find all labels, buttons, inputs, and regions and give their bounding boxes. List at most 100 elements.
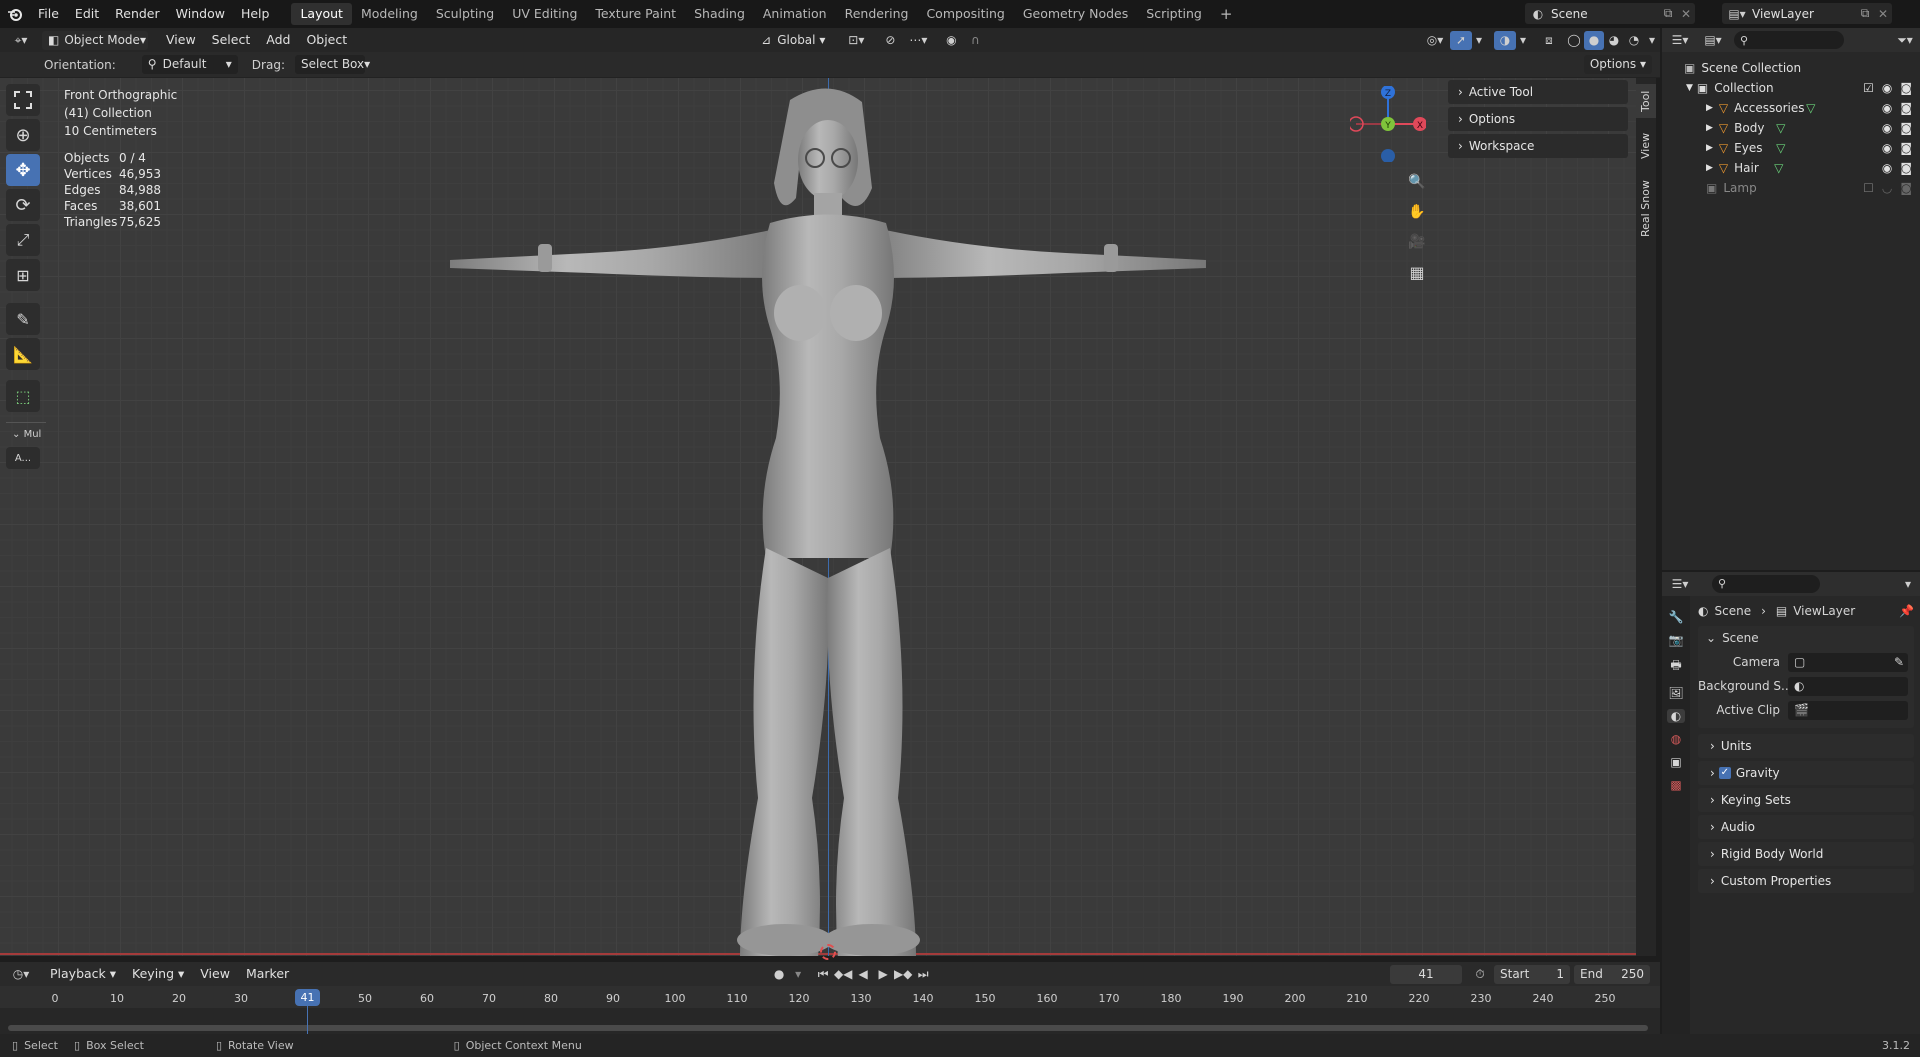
collection-tab-icon[interactable]: ▣ <box>1670 755 1681 769</box>
timeline-menu-marker[interactable]: Marker <box>238 960 297 988</box>
add-workspace-button[interactable]: + <box>1211 3 1242 25</box>
overlay-toggle-icon[interactable]: ◑ <box>1494 30 1516 50</box>
select-box-tool[interactable] <box>6 84 40 116</box>
grid-toggle-icon[interactable]: ▦ <box>1404 260 1430 284</box>
play-icon[interactable]: ▶ <box>873 967 893 981</box>
gizmo-toggle-icon[interactable]: ➚ <box>1450 30 1472 50</box>
close-icon[interactable]: ✕ <box>1874 7 1892 21</box>
annotate-tool[interactable]: ✎ <box>6 303 40 335</box>
properties-editor-icon[interactable]: ☰▾ <box>1662 577 1698 591</box>
texture-tab-icon[interactable]: ▩ <box>1670 778 1681 792</box>
pivot-icon[interactable]: ⊡▾ <box>841 33 871 47</box>
panel-active-tool[interactable]: › Active Tool <box>1448 80 1628 104</box>
start-frame-field[interactable]: Start 1 <box>1494 964 1570 984</box>
prev-keyframe-icon[interactable]: ◆◀ <box>833 967 853 981</box>
view-layer-tab-icon[interactable]: 🖼 <box>1668 686 1683 700</box>
scene-panel-header[interactable]: ⌄ Scene <box>1698 626 1914 650</box>
drag-dropdown[interactable]: Select Box ▾ <box>294 55 370 74</box>
header-menu-object[interactable]: Object <box>298 26 355 54</box>
camera-icon[interactable]: ◙ <box>1900 141 1912 155</box>
tab-real-snow[interactable]: Real Snow <box>1636 174 1656 244</box>
properties-search-input[interactable]: ⚲ <box>1712 575 1820 593</box>
stopwatch-icon[interactable]: ⏱ <box>1466 967 1494 982</box>
snap-icon[interactable]: ⊘ <box>877 33 903 47</box>
blender-logo-icon[interactable] <box>0 0 30 28</box>
tab-tool[interactable]: Tool <box>1636 84 1656 118</box>
menu-render[interactable]: Render <box>107 0 168 28</box>
camera-icon[interactable]: ◙ <box>1900 101 1912 115</box>
transform-tool[interactable]: ⊞ <box>6 259 40 291</box>
jump-start-icon[interactable]: ⏮ <box>813 967 833 982</box>
copy-icon[interactable]: ⧉ <box>1659 6 1677 21</box>
output-tab-icon[interactable]: 🖶 <box>1670 656 1681 677</box>
timeline-ruler[interactable]: 0 10 20 30 41 50 60 70 80 90 100 110 120 130 140 150 160… <box>0 992 1660 1008</box>
workspace-tab-texture-paint[interactable]: Texture Paint <box>586 3 685 25</box>
panel-units[interactable]: › Units <box>1698 734 1914 758</box>
wireframe-shading-icon[interactable]: ◯ <box>1564 33 1584 47</box>
outliner-item-lamp[interactable]: ▣ Lamp ☐ ◡ ◙ <box>1662 178 1920 198</box>
checkbox-icon[interactable]: ☑ <box>1863 81 1874 95</box>
measure-tool[interactable]: 📐 <box>6 338 40 370</box>
header-menu-add[interactable]: Add <box>258 26 298 54</box>
menu-file[interactable]: File <box>30 0 67 28</box>
rotate-tool[interactable]: ⟳ <box>6 189 40 221</box>
timeline-menu-view[interactable]: View <box>192 960 238 988</box>
tool-tab-icon[interactable]: 🔧 <box>1669 610 1684 624</box>
expand-arrow-icon[interactable]: ▶ <box>1706 143 1713 153</box>
camera-view-icon[interactable]: 🎥 <box>1404 230 1430 254</box>
eye-icon[interactable]: ◡ <box>1882 181 1892 195</box>
render-tab-icon[interactable]: 📷 <box>1669 633 1684 647</box>
timeline-editor-icon[interactable]: ◷▾ <box>0 967 42 981</box>
workspace-tab-geometry-nodes[interactable]: Geometry Nodes <box>1014 3 1137 25</box>
workspace-tab-uv-editing[interactable]: UV Editing <box>503 3 586 25</box>
move-tool[interactable]: ✥ <box>6 154 40 186</box>
3d-viewport[interactable]: Front Orthographic (41) Collection 10 Ce… <box>0 78 1656 960</box>
outliner-collection[interactable]: ▼ ▣ Collection ☑ ◉ ◙ <box>1662 78 1920 98</box>
outliner-item-accessories[interactable]: ▶ ▽ Accessories ▽ ◉ ◙ <box>1662 98 1920 118</box>
workspace-tab-modeling[interactable]: Modeling <box>352 3 427 25</box>
workspace-tab-compositing[interactable]: Compositing <box>917 3 1013 25</box>
shading-dropdown-icon[interactable]: ▾ <box>1644 33 1660 47</box>
eye-icon[interactable]: ◉ <box>1882 81 1892 95</box>
close-icon[interactable]: ✕ <box>1677 7 1695 21</box>
falloff-icon[interactable]: ∩ <box>963 33 987 47</box>
scale-tool[interactable]: ⤢ <box>6 224 40 256</box>
panel-options[interactable]: › Options <box>1448 107 1628 131</box>
menu-help[interactable]: Help <box>233 0 278 28</box>
proportional-edit-icon[interactable]: ◉ <box>939 33 963 47</box>
panel-gravity[interactable]: › ✓ Gravity <box>1698 761 1914 785</box>
eye-icon[interactable]: ◉ <box>1882 121 1892 135</box>
panel-keying-sets[interactable]: › Keying Sets <box>1698 788 1914 812</box>
active-clip-field[interactable]: 🎬 <box>1788 700 1908 720</box>
pan-hand-icon[interactable]: ✋ <box>1404 200 1430 224</box>
background-scene-field[interactable]: ◐ <box>1788 676 1908 696</box>
header-menu-select[interactable]: Select <box>204 26 259 54</box>
eye-icon[interactable]: ◉ <box>1882 161 1892 175</box>
solid-shading-icon[interactable]: ● <box>1584 30 1604 50</box>
tool-panel-header[interactable]: ⌄ Mul <box>6 426 46 444</box>
camera-icon[interactable]: ◙ <box>1900 181 1912 195</box>
expand-arrow-icon[interactable]: ▶ <box>1706 103 1713 113</box>
xray-icon[interactable]: ⧈ <box>1538 33 1560 48</box>
expand-arrow-icon[interactable]: ▶ <box>1706 163 1713 173</box>
rendered-shading-icon[interactable]: ◔ <box>1624 33 1644 47</box>
next-keyframe-icon[interactable]: ▶◆ <box>893 967 913 981</box>
view-layer-selector[interactable]: ▤▾ ViewLayer ⧉ ✕ <box>1722 3 1892 24</box>
current-frame-field[interactable]: 41 <box>1390 964 1462 984</box>
overlay-dropdown-icon[interactable]: ▾ <box>1516 33 1530 47</box>
panel-audio[interactable]: › Audio <box>1698 815 1914 839</box>
outliner-scene-collection[interactable]: ▣ Scene Collection <box>1662 58 1920 78</box>
camera-icon[interactable]: ◙ <box>1900 161 1912 175</box>
workspace-tab-sculpting[interactable]: Sculpting <box>427 3 503 25</box>
workspace-tab-scripting[interactable]: Scripting <box>1137 3 1211 25</box>
editor-type-icon[interactable]: ⌖▾ <box>0 33 42 48</box>
gravity-checkbox[interactable]: ✓ <box>1718 767 1731 779</box>
eye-icon[interactable]: ◉ <box>1882 101 1892 115</box>
timeline-area[interactable]: 0 10 20 30 41 50 60 70 80 90 100 110 120 130 140 150 160… <box>0 986 1660 1034</box>
tab-view[interactable]: View <box>1636 126 1656 166</box>
workspace-tab-layout[interactable]: Layout <box>291 3 352 25</box>
play-reverse-icon[interactable]: ◀ <box>853 967 873 981</box>
eyedropper-icon[interactable]: ✎ <box>1894 655 1904 669</box>
checkbox-icon[interactable]: ☐ <box>1863 181 1874 195</box>
add-cube-tool[interactable]: ⬚ <box>6 380 40 412</box>
